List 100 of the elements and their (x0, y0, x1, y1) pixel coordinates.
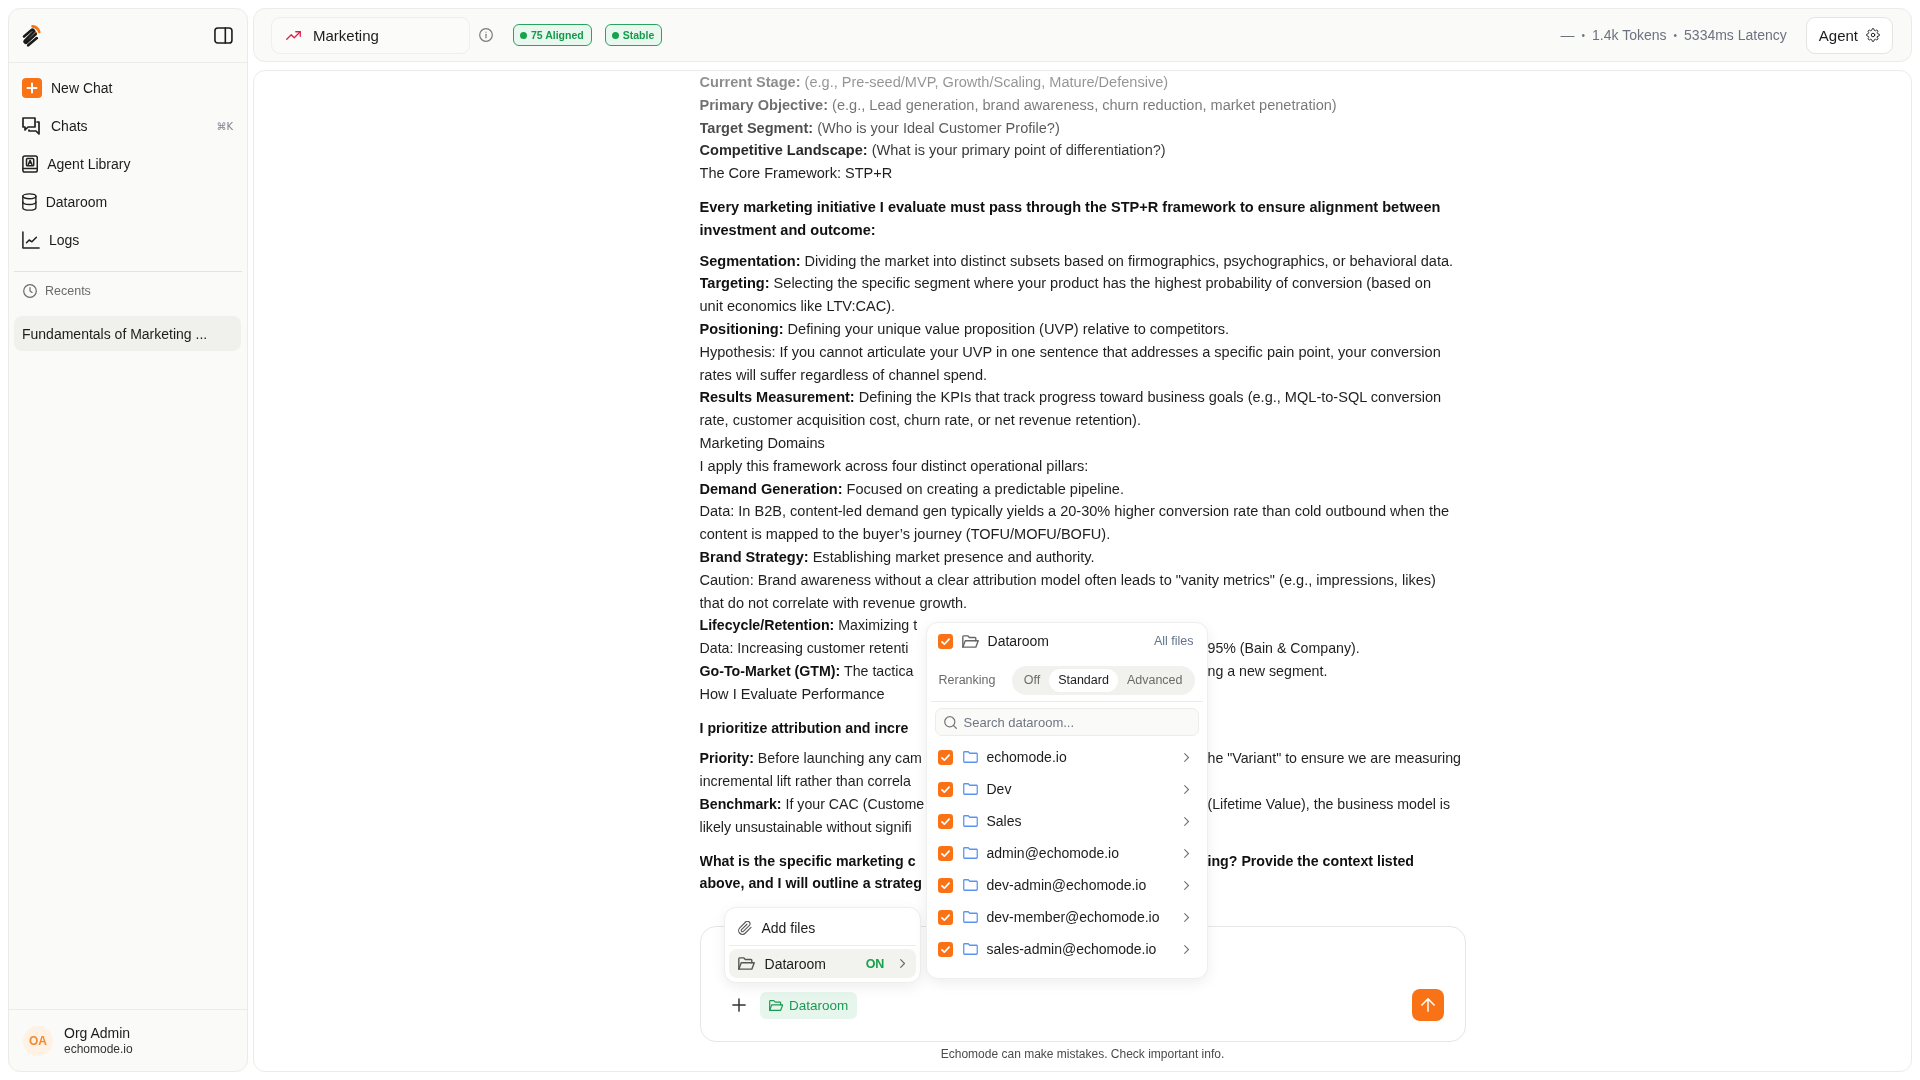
message-text: Competitive Landscape: (What is your primary point of differentiation?) (699, 141, 1166, 161)
message-text: I apply this framework across four distinct operational pillars: (699, 456, 1089, 476)
chat-bubbles-icon (22, 117, 42, 135)
shortcut-hint: ⌘K (216, 120, 233, 132)
arrow-up-icon (1420, 998, 1435, 1012)
settings-icon (1866, 28, 1880, 42)
checkbox[interactable] (937, 633, 953, 649)
message-text: 95% (Bain & Company). (1207, 639, 1360, 659)
folder-icon (962, 943, 978, 955)
reranking-option[interactable]: Off (1014, 668, 1050, 692)
message-text: How I Evaluate Performance (699, 684, 885, 704)
panel-title: Dataroom (987, 633, 1049, 649)
folder-name[interactable]: dev-member@echomode.io (986, 909, 1176, 925)
message-heading: ing? Provide the context listed (1207, 851, 1415, 871)
status-text: ON (865, 956, 885, 971)
nav-item[interactable]: Agent Library (22, 149, 131, 179)
message-text: Target Segment: (Who is your Ideal Customer Profile?) (699, 118, 1060, 138)
checkbox[interactable] (937, 909, 953, 925)
info-icon[interactable] (479, 28, 493, 42)
contact-book-icon (22, 155, 39, 173)
folder-icon (961, 634, 979, 648)
user-email: echomode.io (64, 1042, 133, 1056)
chevron-right-icon[interactable] (1184, 816, 1190, 826)
checkbox[interactable] (937, 845, 953, 861)
folder-name[interactable]: Dev (986, 781, 1176, 797)
message-text: Segmentation: Dividing the market into distinct subsets based on firmographics, psychographics, or behavioral data. (699, 251, 1454, 271)
checkbox[interactable] (937, 877, 953, 893)
folder-icon (737, 957, 755, 970)
reranking-option[interactable]: Advanced (1117, 668, 1192, 692)
plus-icon (22, 78, 42, 98)
all-files-link[interactable]: All files (1153, 634, 1194, 648)
user-name: Org Admin (64, 1025, 132, 1041)
status-text: 75 Aligned (531, 29, 584, 41)
chevron-right-icon[interactable] (1184, 752, 1190, 762)
line-chart-icon (22, 231, 40, 249)
recent-chat-item[interactable]: Fundamentals of Marketing ... (14, 316, 241, 351)
folder-icon (962, 847, 978, 859)
nav-item[interactable]: Chats (22, 111, 88, 141)
folder-name[interactable]: Sales (986, 813, 1176, 829)
chevron-right-icon[interactable] (1184, 880, 1190, 890)
message-text: The Core Framework: STP+R (699, 164, 893, 184)
folder-name[interactable]: echomode.io (986, 749, 1176, 765)
checkbox[interactable] (937, 781, 953, 797)
message-text: Benchmark: If your CAC (Custome (699, 794, 925, 814)
folder-icon (962, 783, 978, 795)
message-text: Go-To-Market (GTM): The tactica (699, 661, 914, 681)
message-text: Data: In B2B, content-led demand gen typically yields a 20-30% higher conversion rate than cold outbound when the content is mapped to the buyer’s journey (TOFU/MOFU/BOFU). (699, 502, 1451, 545)
reranking-option[interactable]: Standard (1049, 668, 1118, 692)
status-dot-icon (520, 31, 527, 39)
message-text: Data: Increasing customer retenti (699, 639, 909, 659)
stat-text: 1.4k Tokens (1592, 27, 1667, 43)
database-icon (22, 193, 37, 211)
folder-icon (962, 751, 978, 763)
disclaimer-text: Echomode can make mistakes. Check important info. (940, 1046, 1225, 1063)
sidebar-toggle-icon[interactable] (214, 27, 233, 44)
message-text: Positioning: Defining your unique value proposition (UVP) relative to competitors. (699, 319, 1230, 339)
message-text: likely unsustainable without signifi (699, 817, 912, 837)
nav-item[interactable]: Logs (22, 225, 80, 255)
folder-icon (962, 911, 978, 923)
checkbox[interactable] (937, 813, 953, 829)
message-heading: above, and I will outline a strateg (699, 874, 922, 894)
menu-item[interactable]: Dataroom ON (728, 949, 916, 978)
message-heading: Every marketing initiative I evaluate must pass through the STP+R framework to ensure alignment between investment and outcome: (699, 198, 1442, 240)
chevron-right-icon[interactable] (1184, 848, 1190, 858)
chevron-right-icon[interactable] (1184, 912, 1190, 922)
search-input[interactable]: Search dataroom... (963, 712, 1190, 732)
trending-up-icon (286, 30, 301, 40)
search-icon (943, 715, 957, 729)
plus-icon[interactable] (731, 998, 746, 1012)
agent-button[interactable]: Agent (1805, 16, 1893, 54)
folder-name[interactable]: dev-admin@echomode.io (986, 877, 1176, 893)
agent-selector[interactable]: Marketing (271, 16, 470, 54)
logo-icon[interactable] (22, 24, 41, 47)
chevron-right-icon[interactable] (1184, 784, 1190, 794)
message-text: Current Stage: (e.g., Pre-seed/MVP, Growth/Scaling, Mature/Defensive) (699, 73, 1169, 92)
message-text: ng a new segment. (1207, 661, 1328, 681)
separator: • (1673, 29, 1678, 41)
send-button[interactable] (1411, 989, 1444, 1021)
folder-icon (768, 999, 783, 1011)
message-text: Priority: Before launching any cam (699, 749, 922, 769)
message-text: Targeting: Selecting the specific segment where your product has the highest probability of conversion (based on unit economics like LTV:CAC). (699, 274, 1432, 317)
separator: • (1581, 29, 1586, 41)
chevron-right-icon[interactable] (1184, 944, 1190, 954)
clock-icon (23, 284, 37, 298)
reranking-label: Reranking (938, 673, 996, 687)
message-text: Results Measurement: Defining the KPIs that track progress toward business goals (e.g., MQL-to-SQL conversion rate, customer acquisition cost, churn rate, or net revenue retention). (699, 388, 1443, 431)
search-field[interactable]: Search dataroom... (934, 708, 1199, 736)
folder-name[interactable]: sales-admin@echomode.io (986, 941, 1176, 957)
nav-item[interactable]: New Chat (22, 73, 113, 103)
paperclip-icon (737, 920, 752, 935)
message-text: Hypothesis: If you cannot articulate your UVP in one sentence that addresses a specific pain point, your conversion rates will suffer regardless of channel spend. (699, 342, 1442, 385)
folder-name[interactable]: admin@echomode.io (986, 845, 1176, 861)
chevron-right-icon (900, 959, 906, 968)
message-text: (Lifetime Value), the business model is (1207, 794, 1451, 814)
checkbox[interactable] (937, 941, 953, 957)
message-text: Caution: Brand awareness without a clear attribution model often leads to "vanity metrics" (e.g., impressions, likes) that do not correlate with revenue growth. (699, 570, 1437, 613)
checkbox[interactable] (937, 749, 953, 765)
nav-item[interactable]: Dataroom (22, 187, 108, 217)
section-label: Recents (45, 284, 91, 298)
folder-icon (962, 879, 978, 891)
